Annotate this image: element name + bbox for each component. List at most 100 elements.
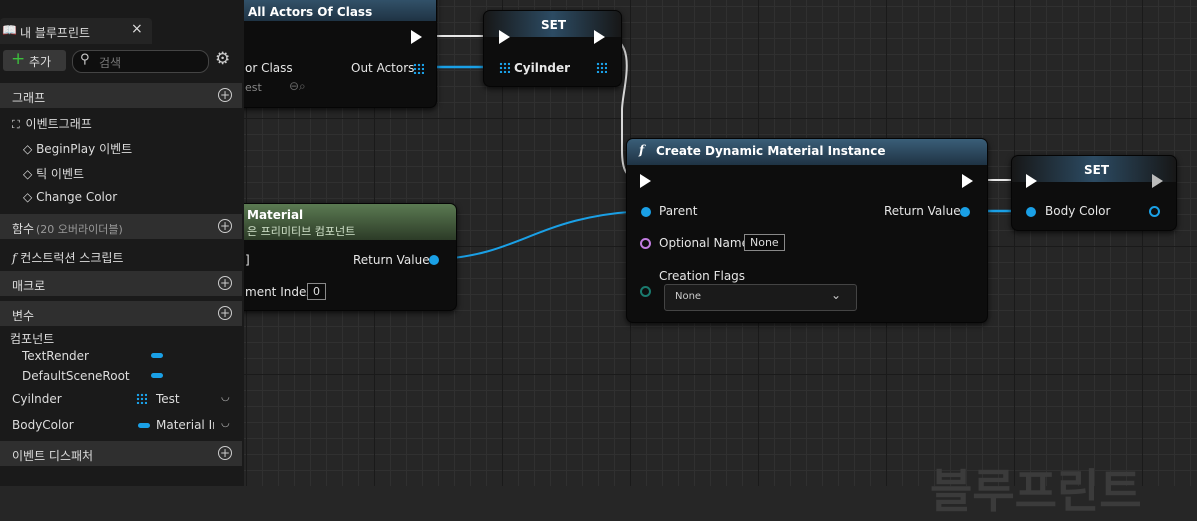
my-blueprint-tab[interactable]: 📖 내 블루프린트 × <box>0 18 152 44</box>
section-note: (20 오버라이더블) <box>36 223 123 236</box>
return-value-label: Return Value <box>353 253 430 267</box>
body-color-in-pin[interactable] <box>1026 207 1036 217</box>
graph-item-beginplay[interactable]: ◇ BeginPlay 이벤트 <box>23 140 132 157</box>
creation-flags-dropdown[interactable]: None ⌄ <box>664 284 857 311</box>
node-title: Create Dynamic Material Instance <box>656 144 886 158</box>
graph-icon: ⛶ <box>12 118 20 131</box>
section-title: 변수 <box>12 309 35 323</box>
body-color-label: Body Color <box>1045 204 1111 218</box>
functions-section-header[interactable]: 함수 (20 오버라이더블) + <box>0 214 242 239</box>
component-type-pill <box>151 373 163 378</box>
graph-item-tick[interactable]: ◇ 틱 이벤트 <box>23 165 84 182</box>
eye-closed-icon[interactable]: ◡ <box>221 418 230 429</box>
element-index-label: ment Index <box>245 285 314 299</box>
variable-type: Material Ir <box>156 418 214 432</box>
graph-item-event-graph[interactable]: ⛶ 이벤트그래프 <box>12 115 92 132</box>
section-title: 이벤트 디스패처 <box>12 449 94 463</box>
eye-closed-icon[interactable]: ◡ <box>221 392 230 403</box>
add-macro-icon[interactable]: + <box>218 276 232 290</box>
gear-icon[interactable]: ⚙ <box>215 49 230 69</box>
plus-icon: + <box>11 49 26 69</box>
components-label: 컴포넌트 <box>10 332 55 346</box>
graph-item-label: 이벤트그래프 <box>25 117 92 131</box>
component-label: DefaultSceneRoot <box>22 369 130 383</box>
cylinder-out-pin[interactable] <box>596 62 607 73</box>
exec-in-pin[interactable] <box>1026 174 1037 188</box>
event-icon: ◇ <box>23 167 33 181</box>
return-value-pin[interactable] <box>960 207 970 217</box>
add-function-icon[interactable]: + <box>218 219 232 233</box>
creation-flags-pin[interactable] <box>640 286 651 297</box>
object-type-pill <box>138 423 150 428</box>
array-type-icon <box>136 393 147 404</box>
construction-script-label: 컨스트럭션 스크립트 <box>20 251 124 265</box>
parent-pin[interactable] <box>641 207 651 217</box>
element-index-input[interactable]: 0 <box>307 283 326 300</box>
variable-item-cylinder[interactable]: Cyilnder <box>12 392 62 406</box>
optional-name-input[interactable]: None <box>744 234 785 251</box>
section-title: 함수 <box>12 222 35 236</box>
exec-out-pin[interactable] <box>1152 174 1163 188</box>
add-label: 추가 <box>29 55 52 69</box>
creation-flags-value: None <box>675 291 702 302</box>
component-type-pill <box>151 353 163 358</box>
construction-script-item[interactable]: f 컨스트럭션 스크립트 <box>12 249 123 266</box>
add-dispatcher-icon[interactable]: + <box>218 446 232 460</box>
component-item-textrender[interactable]: TextRender <box>22 349 89 363</box>
add-graph-icon[interactable]: + <box>218 88 232 102</box>
search-icon: ⚲ <box>80 52 90 67</box>
create-dmi-node[interactable]: f Create Dynamic Material Instance Paren… <box>626 138 988 323</box>
node-title: Material <box>247 208 304 222</box>
macros-section-header[interactable]: 매크로 + <box>0 271 242 296</box>
set-cylinder-node[interactable]: SET Cyilnder <box>483 10 622 87</box>
graphs-section-header[interactable]: 그래프 + <box>0 83 242 108</box>
graph-item-label: BeginPlay 이벤트 <box>36 142 133 156</box>
function-icon: f <box>12 251 17 265</box>
node-title: SET <box>1084 163 1110 177</box>
my-blueprint-panel: 📖 내 블루프린트 × + 추가 ⚲ 검색 ⚙ 그래프 + ⛶ 이벤트그래프 ◇… <box>0 0 244 486</box>
optional-name-pin[interactable] <box>640 238 651 249</box>
components-category[interactable]: 컴포넌트 <box>10 330 54 347</box>
exec-out-pin[interactable] <box>594 30 605 44</box>
add-variable-icon[interactable]: + <box>218 306 232 320</box>
variable-item-bodycolor[interactable]: BodyColor <box>12 418 74 432</box>
node-subtitle: 은 프리미티브 컴포넌트 <box>247 225 356 238</box>
node-title: All Actors Of Class <box>248 5 373 19</box>
exec-in-pin[interactable] <box>499 30 510 44</box>
target-pin-label: ] <box>245 253 250 267</box>
out-actors-pin[interactable] <box>413 63 424 74</box>
set-body-color-node[interactable]: SET Body Color <box>1011 155 1177 231</box>
out-actors-label: Out Actors <box>351 61 415 75</box>
cylinder-pin-label: Cyilnder <box>514 61 571 75</box>
tab-title: 내 블루프린트 <box>20 26 91 40</box>
add-button[interactable]: + 추가 <box>3 49 66 71</box>
class-pin-label: or Class <box>245 61 293 75</box>
search-input[interactable]: ⚲ 검색 <box>72 50 209 73</box>
event-dispatchers-section-header[interactable]: 이벤트 디스패처 + <box>0 441 242 466</box>
graph-item-label: Change Color <box>36 190 118 204</box>
body-color-out-pin[interactable] <box>1149 206 1160 217</box>
variable-type: Test <box>156 392 180 406</box>
component-item-defaultsceneroot[interactable]: DefaultSceneRoot <box>22 369 130 383</box>
cylinder-in-pin[interactable] <box>499 62 510 73</box>
data-wire-material <box>439 210 646 260</box>
class-value: est <box>245 81 262 94</box>
variable-name: Cyilnder <box>12 392 62 406</box>
browse-icon[interactable]: ⊖⌕ <box>289 79 306 94</box>
variable-name: BodyColor <box>12 418 74 432</box>
graph-item-change-color[interactable]: ◇ Change Color <box>23 190 117 204</box>
event-icon: ◇ <box>23 190 33 204</box>
exec-in-pin[interactable] <box>640 174 651 188</box>
event-icon: ◇ <box>23 142 33 156</box>
creation-flags-label: Creation Flags <box>659 269 746 283</box>
exec-out-pin[interactable] <box>411 30 422 44</box>
return-value-pin[interactable] <box>429 255 439 265</box>
chevron-down-icon: ⌄ <box>831 288 842 302</box>
close-icon[interactable]: × <box>131 21 143 37</box>
optional-name-label: Optional Name <box>659 236 749 250</box>
exec-out-pin[interactable] <box>962 174 973 188</box>
function-icon: f <box>639 143 645 157</box>
variables-section-header[interactable]: 변수 + <box>0 301 242 326</box>
component-label: TextRender <box>22 349 89 363</box>
parent-label: Parent <box>659 204 698 218</box>
